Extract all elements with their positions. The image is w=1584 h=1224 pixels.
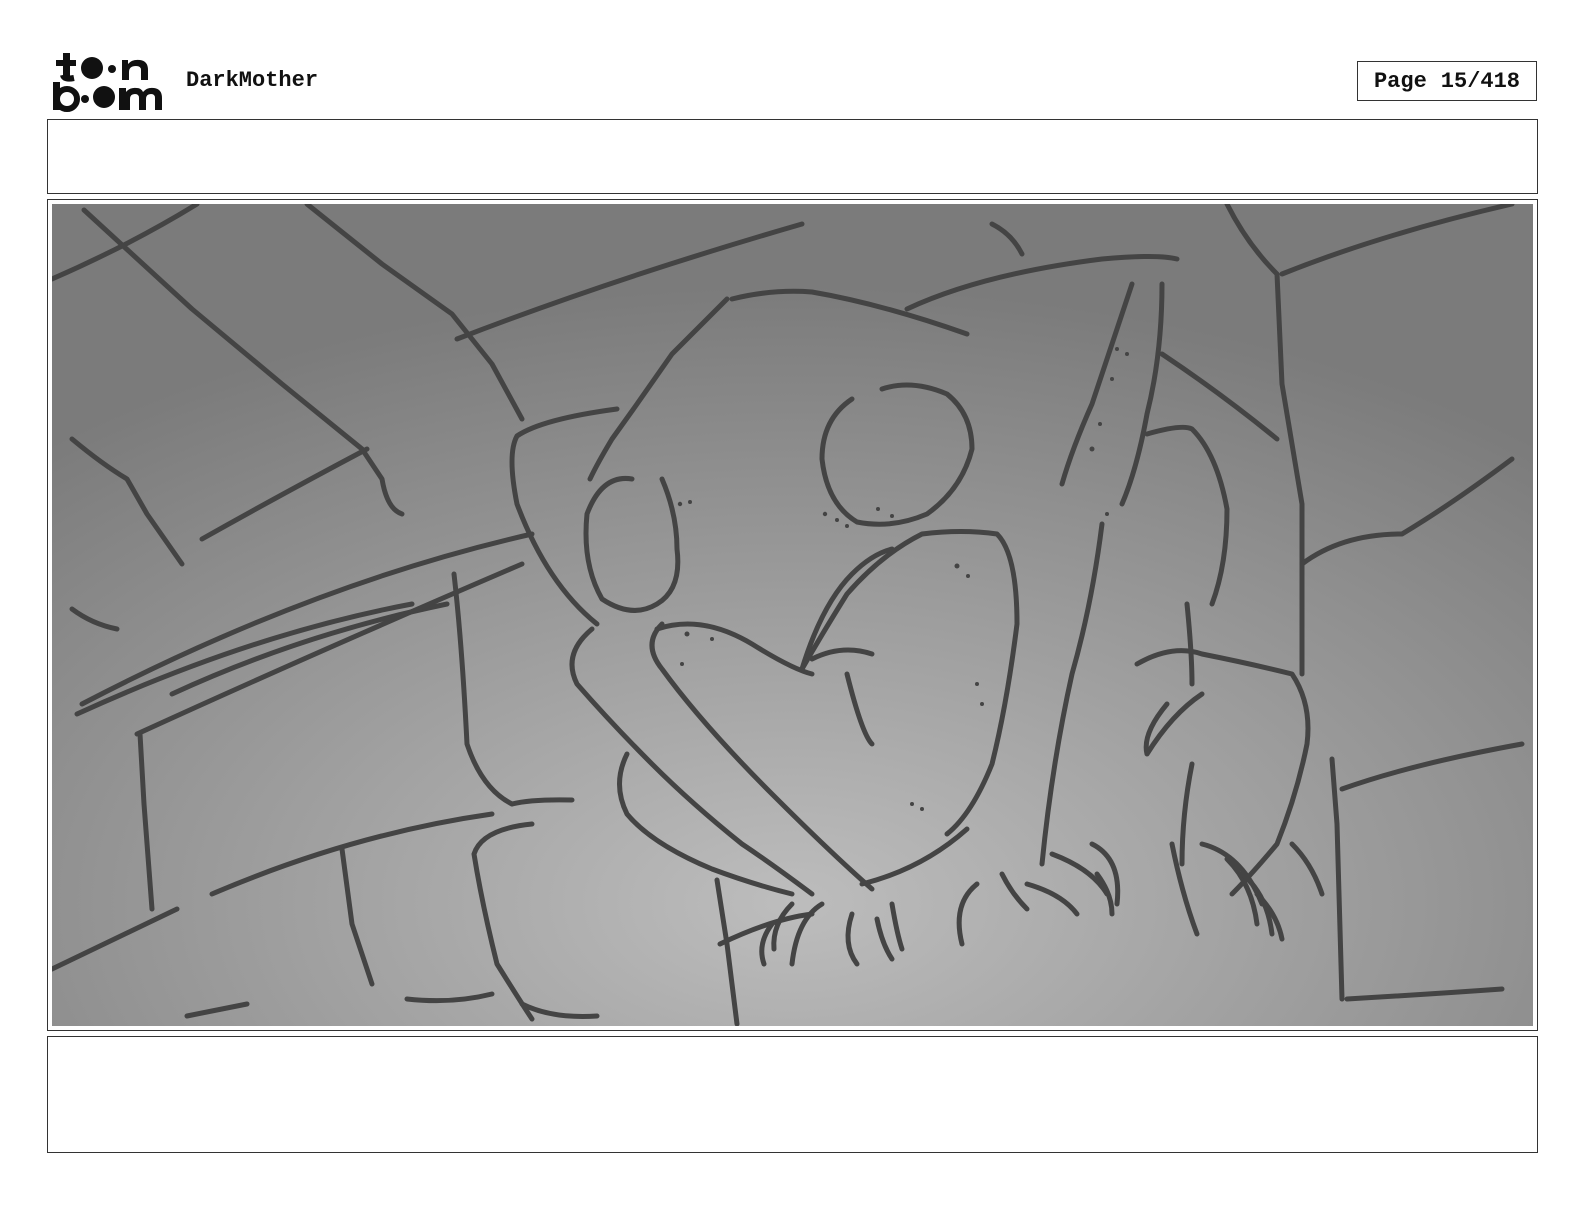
action-notes-box [47, 1036, 1538, 1153]
storyboard-sketch [52, 204, 1533, 1026]
toon-boom-logo [53, 53, 162, 112]
project-title: DarkMother [186, 68, 319, 93]
dialogue-box [47, 119, 1538, 194]
storyboard-panel [52, 204, 1533, 1026]
page-number: 15/418 [1440, 68, 1521, 94]
page-label: Page [1373, 68, 1427, 94]
page-indicator: Page 15/418 [1357, 61, 1537, 101]
